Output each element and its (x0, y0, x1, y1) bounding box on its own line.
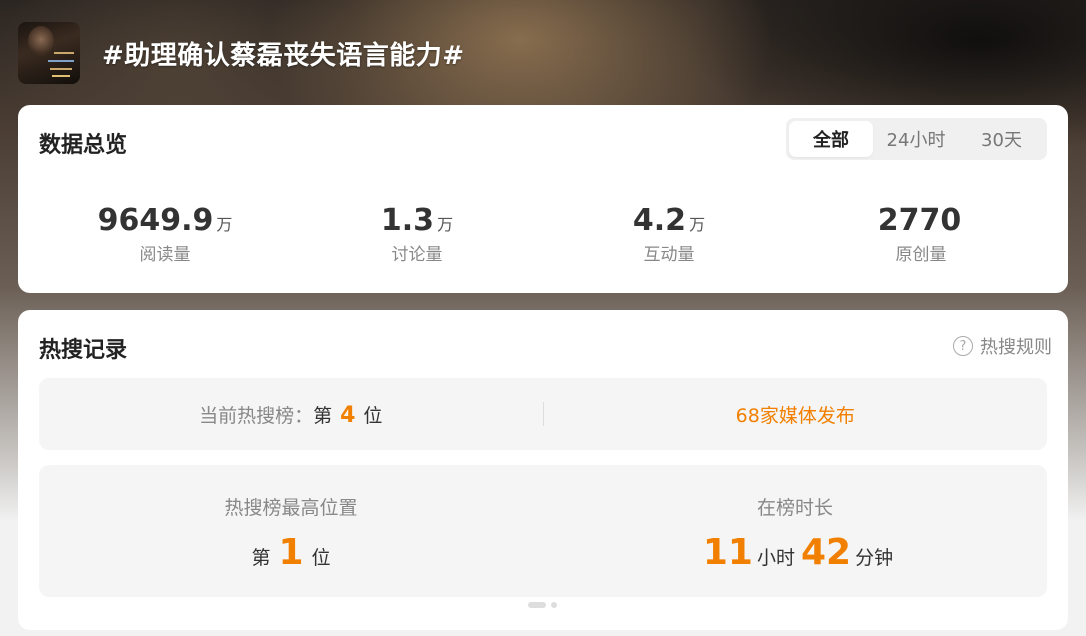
stat-value: 2770 (877, 203, 962, 238)
stat-unit: 万 (437, 215, 454, 234)
topic-title: #助理确认蔡磊丧失语言能力# (102, 40, 465, 71)
stat-reads: 9649.9 万 阅读量 (39, 203, 291, 265)
rank-detail-panel: 热搜榜最高位置 第 1 位 在榜时长 11 小时 42 分钟 (39, 465, 1047, 597)
stat-value: 1.3 (380, 203, 435, 238)
media-count-link[interactable]: 68家媒体发布 (544, 401, 1048, 428)
stat-label: 原创量 (895, 245, 947, 265)
duration-hours: 11 (702, 532, 753, 573)
stat-discussions: 1.3 万 讨论量 (291, 203, 543, 265)
topic-header: #助理确认蔡磊丧失语言能力# (18, 22, 465, 84)
rank-suffix: 位 (311, 547, 331, 569)
stat-label: 讨论量 (391, 245, 443, 265)
hot-search-rules-link[interactable]: ? 热搜规则 (953, 333, 1052, 359)
stat-unit: 万 (216, 215, 233, 234)
current-rank-panel: 当前热搜榜：第 4 位 68家媒体发布 (39, 378, 1047, 450)
tab-24h[interactable]: 24小时 (873, 121, 959, 157)
current-rank: 当前热搜榜：第 4 位 (39, 401, 543, 428)
topic-avatar (18, 22, 80, 84)
rules-label: 热搜规则 (980, 337, 1052, 358)
highest-rank-label: 热搜榜最高位置 (224, 497, 358, 519)
minutes-unit: 分钟 (855, 547, 894, 569)
hot-search-title: 热搜记录 (39, 338, 128, 363)
stats-row: 9649.9 万 阅读量 1.3 万 讨论量 4.2 万 互动量 2770 原创量 (39, 203, 1047, 265)
duration-minutes: 42 (801, 532, 852, 573)
duration-block: 在榜时长 11 小时 42 分钟 (543, 465, 1047, 597)
current-rank-label: 当前热搜榜： (199, 404, 314, 427)
time-range-tabs: 全部 24小时 30天 (786, 118, 1047, 160)
tab-all[interactable]: 全部 (789, 121, 873, 157)
rank-prefix: 第 (251, 547, 271, 569)
carousel-indicator (528, 602, 557, 608)
stat-label: 互动量 (643, 245, 695, 265)
stat-interactions: 4.2 万 互动量 (543, 203, 795, 265)
stat-label: 阅读量 (139, 245, 191, 265)
hours-unit: 小时 (756, 547, 795, 569)
stat-originals: 2770 原创量 (795, 203, 1047, 265)
stat-value: 4.2 (632, 203, 687, 238)
duration-label: 在榜时长 (756, 497, 833, 519)
stat-unit: 万 (689, 215, 706, 234)
highest-rank-value: 1 (278, 532, 304, 573)
hot-search-card: 热搜记录 ? 热搜规则 当前热搜榜：第 4 位 68家媒体发布 热搜榜最高位置 第 … (18, 310, 1068, 630)
carousel-dot[interactable] (551, 602, 557, 608)
highest-rank-block: 热搜榜最高位置 第 1 位 (39, 465, 543, 597)
rank-suffix: 位 (363, 404, 383, 427)
stat-value: 9649.9 (97, 203, 214, 238)
current-rank-value: 4 (340, 402, 356, 428)
rank-prefix: 第 (313, 404, 333, 427)
question-icon: ? (953, 336, 973, 356)
data-overview-card: 数据总览 全部 24小时 30天 9649.9 万 阅读量 1.3 万 讨论量 4.… (18, 105, 1068, 293)
overview-title: 数据总览 (39, 133, 128, 158)
carousel-dot-active[interactable] (528, 602, 546, 608)
tab-30d[interactable]: 30天 (959, 121, 1044, 157)
